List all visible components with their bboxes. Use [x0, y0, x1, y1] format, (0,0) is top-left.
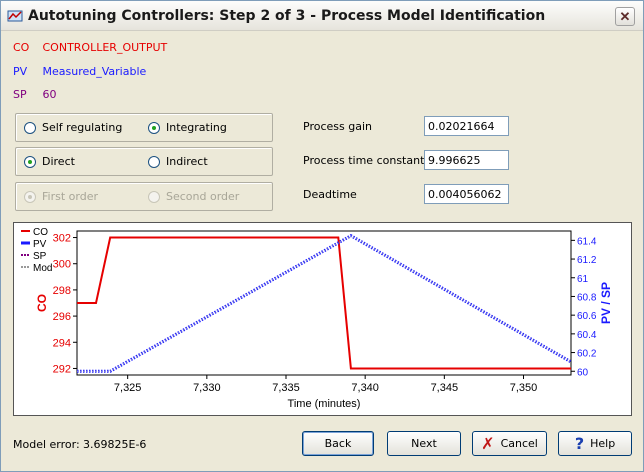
- radio-integrating-dot: [148, 121, 160, 134]
- process-chart: 7,325 7,330 7,335 7,340 7,345 7,350 292 294 296 2…: [13, 222, 632, 416]
- y-left-tick-label: 292: [53, 363, 71, 375]
- radio-self-regulating-dot: [24, 121, 36, 134]
- signal-co-key: CO: [13, 41, 30, 54]
- x-tick-label: 7,340: [351, 382, 379, 394]
- y-left-tick-label: 296: [53, 311, 71, 323]
- y-left-tick-label: 300: [53, 259, 71, 271]
- model-error-label: Model error:: [13, 438, 80, 451]
- radio-indirect-dot: [148, 155, 160, 168]
- cancel-button[interactable]: ✗ Cancel: [472, 431, 547, 456]
- process-gain-label: Process gain: [303, 120, 372, 133]
- cancel-button-label: Cancel: [500, 437, 538, 450]
- series-line-pv: [77, 233, 572, 373]
- next-button-label: Next: [411, 437, 437, 450]
- help-button[interactable]: ? Help: [558, 431, 632, 456]
- radio-indirect-label: Indirect: [166, 155, 208, 168]
- y-left-axis-label: CO: [35, 294, 49, 312]
- radio-first-order-label: First order: [42, 190, 98, 203]
- process-type-group: Self regulating Integrating: [15, 113, 273, 142]
- back-button-label: Back: [324, 437, 352, 450]
- radio-first-order: First order: [24, 190, 98, 203]
- x-tick-label: 7,325: [114, 382, 142, 394]
- deadtime-field[interactable]: [424, 184, 509, 204]
- y-right-tick-label: 60.2: [577, 349, 597, 360]
- next-button[interactable]: Next: [387, 431, 461, 456]
- process-time-constant-field[interactable]: [424, 150, 509, 170]
- window-title: Autotuning Controllers: Step 2 of 3 - Pr…: [28, 8, 546, 24]
- y-right-tick-label: 60.8: [577, 292, 597, 303]
- plot-frame: [76, 230, 572, 376]
- x-tick-label: 7,335: [272, 382, 300, 394]
- legend-label-co: CO: [33, 227, 48, 238]
- action-group: Direct Indirect: [15, 147, 273, 176]
- signal-sp-key: SP: [13, 88, 27, 101]
- y-right-tick-label: 60: [577, 367, 589, 378]
- model-error-value: 3.69825E-6: [83, 438, 147, 451]
- radio-direct-dot: [24, 155, 36, 168]
- radio-second-order-dot: [148, 190, 160, 203]
- radio-indirect[interactable]: Indirect: [148, 155, 208, 168]
- cancel-icon: ✗: [481, 434, 495, 453]
- x-tick-label: 7,345: [431, 382, 459, 394]
- radio-direct[interactable]: Direct: [24, 155, 75, 168]
- y-right-tick-label: 61: [577, 274, 589, 285]
- chart-svg: 7,325 7,330 7,335 7,340 7,345 7,350 292 294 296 2…: [21, 227, 613, 410]
- legend-label-mod: Mod: [33, 263, 52, 274]
- app-icon: [7, 10, 23, 22]
- x-axis-label: Time (minutes): [288, 398, 361, 410]
- signal-co: CO CONTROLLER_OUTPUT: [13, 41, 167, 54]
- y-right-tick-label: 60.6: [577, 311, 597, 322]
- y-right-axis-label: PV / SP: [599, 282, 613, 324]
- legend-label-sp: SP: [33, 251, 47, 262]
- legend-label-pv: PV: [33, 239, 47, 250]
- autotuning-dialog: Autotuning Controllers: Step 2 of 3 - Pr…: [0, 0, 644, 472]
- title-bar[interactable]: Autotuning Controllers: Step 2 of 3 - Pr…: [1, 1, 643, 31]
- radio-second-order-label: Second order: [166, 190, 240, 203]
- deadtime-label: Deadtime: [303, 188, 357, 201]
- y-right-tick-label: 61.2: [577, 255, 597, 266]
- radio-self-regulating[interactable]: Self regulating: [24, 121, 122, 134]
- process-time-constant-label: Process time constant: [303, 154, 425, 167]
- radio-first-order-dot: [24, 190, 36, 203]
- y-left-tick-label: 298: [53, 285, 71, 297]
- series-line-mod: [77, 235, 572, 372]
- y-right-tick-label: 61.4: [577, 236, 597, 247]
- signal-co-name: CONTROLLER_OUTPUT: [42, 41, 168, 54]
- y-left-tick-label: 294: [53, 337, 71, 349]
- process-gain-field[interactable]: [424, 116, 509, 136]
- signal-sp: SP 60: [13, 88, 57, 101]
- signal-pv-key: PV: [13, 65, 28, 78]
- back-button[interactable]: Back: [302, 431, 374, 456]
- radio-direct-label: Direct: [42, 155, 75, 168]
- y-right-tick-label: 60.4: [577, 330, 597, 341]
- radio-self-regulating-label: Self regulating: [42, 121, 123, 134]
- help-button-label: Help: [590, 437, 616, 450]
- radio-integrating-label: Integrating: [166, 121, 227, 134]
- help-icon: ?: [574, 434, 585, 453]
- series-line-co: [77, 236, 571, 370]
- radio-second-order: Second order: [148, 190, 239, 203]
- y-left-tick-label: 302: [53, 233, 71, 245]
- signal-pv-name: Measured_Variable: [42, 65, 147, 78]
- radio-integrating[interactable]: Integrating: [148, 121, 227, 134]
- order-group: First order Second order: [15, 182, 273, 211]
- signal-sp-name: 60: [42, 88, 57, 101]
- x-tick-label: 7,330: [193, 382, 221, 394]
- x-tick-label: 7,350: [510, 382, 538, 394]
- signal-pv: PV Measured_Variable: [13, 65, 146, 78]
- close-button[interactable]: ✕: [615, 7, 635, 26]
